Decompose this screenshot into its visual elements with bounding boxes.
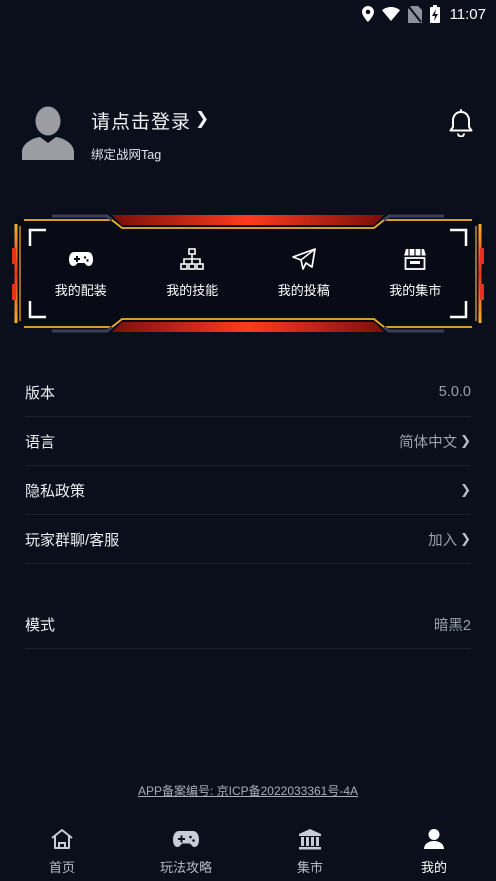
no-sim-icon [407,5,422,23]
settings-row-version: 版本 5.0.0 [25,368,471,417]
quick-action-label: 我的投稿 [277,283,330,298]
quick-action-label: 我的配装 [54,283,107,298]
paper-plane-icon [291,246,317,272]
tab-mine[interactable]: 我的 [372,817,496,881]
person-icon [421,827,447,851]
quick-action-skills[interactable]: 我的技能 [137,246,249,306]
status-time: 11:07 [449,5,486,23]
chevron-right-icon: ❯ [460,433,471,448]
tab-guides[interactable]: 玩法攻略 [124,817,248,881]
settings-row-language[interactable]: 语言 简体中文 ❯ [25,417,471,466]
row-label: 玩家群聊/客服 [25,531,120,549]
row-label: 语言 [25,433,56,451]
wifi-icon [381,7,400,21]
bottom-tab-bar: 首页 玩法攻略 集市 我的 [0,817,496,881]
profile-header[interactable]: 请点击登录 ❯ 绑定战网Tag [22,104,474,164]
battery-charging-icon [429,5,440,23]
gamepad-icon [68,246,94,272]
quick-action-loadouts[interactable]: 我的配装 [25,246,137,306]
join-value: 加入 [428,532,458,549]
store-icon [402,246,428,272]
user-avatar-icon[interactable] [22,106,74,160]
row-label: 隐私政策 [25,482,86,500]
settings-row-support[interactable]: 玩家群聊/客服 加入 ❯ [25,515,471,564]
gamepad-icon [173,827,199,851]
tab-market[interactable]: 集市 [248,817,372,881]
tab-label: 我的 [420,860,447,875]
language-value: 简体中文 [399,434,458,451]
row-value[interactable]: 简体中文 ❯ [399,431,471,452]
chevron-right-icon: ❯ [460,482,471,497]
home-icon [49,827,75,851]
quick-action-label: 我的技能 [166,283,219,298]
settings-row-mode[interactable]: 模式 暗黑2 [25,600,471,649]
row-label: 模式 [25,616,56,634]
quick-actions-card: 我的配装 我的技能 我的投稿 我的集市 [12,212,484,335]
row-value: 5.0.0 [439,384,471,400]
bell-icon[interactable] [448,109,474,138]
bind-battlenet-tag[interactable]: 绑定战网Tag [91,144,161,163]
login-prompt[interactable]: 请点击登录 [91,107,191,134]
quick-action-submissions[interactable]: 我的投稿 [248,246,360,306]
tab-label: 集市 [296,860,323,875]
mode-section: 模式 暗黑2 [25,600,471,649]
chevron-right-icon[interactable]: ❯ [195,109,209,129]
settings-list: 版本 5.0.0 语言 简体中文 ❯ 隐私政策 ❯ 玩家群聊/客服 加入 ❯ [25,368,471,564]
tab-label: 首页 [48,860,75,875]
chevron-right-icon: ❯ [460,531,471,546]
row-label: 版本 [25,384,56,402]
quick-action-label: 我的集市 [389,283,442,298]
settings-row-privacy[interactable]: 隐私政策 ❯ [25,466,471,515]
version-value: 5.0.0 [438,384,471,400]
row-value[interactable]: 加入 ❯ [428,529,471,550]
tab-home[interactable]: 首页 [0,817,124,881]
bank-icon [297,827,323,851]
status-bar: 11:07 [0,0,496,28]
tab-label: 玩法攻略 [159,860,212,875]
quick-action-market[interactable]: 我的集市 [360,246,472,306]
mode-value[interactable]: 暗黑2 [434,614,471,635]
sitemap-icon [179,246,205,272]
row-value[interactable]: ❯ [460,482,471,498]
location-icon [361,6,374,22]
icp-record-link[interactable]: APP备案编号: 京ICP备2022033361号-4A [0,782,496,799]
